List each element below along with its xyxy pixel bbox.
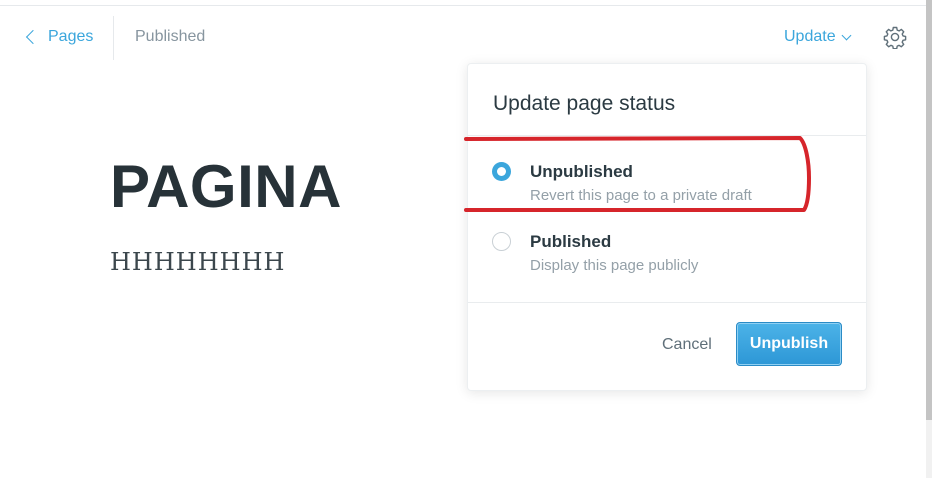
radio-unpublished[interactable] (492, 162, 511, 181)
page-status-text: Published (135, 28, 206, 45)
gear-icon (883, 26, 907, 50)
editor-header: Pages Published Update (0, 6, 926, 62)
update-dropdown-button[interactable]: Update (784, 26, 852, 48)
option-description: Revert this page to a private draft (530, 187, 752, 204)
update-button-label: Update (784, 28, 836, 45)
unpublish-button[interactable]: Unpublish (736, 322, 842, 366)
chevron-down-icon (841, 30, 852, 40)
back-link-label: Pages (48, 28, 94, 45)
radio-published[interactable] (492, 232, 511, 251)
header-divider (113, 16, 114, 60)
option-label: Published (530, 232, 612, 251)
cancel-button[interactable]: Cancel (662, 336, 712, 354)
chevron-left-icon (25, 29, 41, 45)
popover-footer-divider (468, 302, 866, 303)
scrollbar-thumb[interactable] (926, 0, 932, 420)
popover-title: Update page status (493, 92, 676, 115)
status-option-unpublished[interactable]: Unpublished Revert this page to a privat… (468, 152, 866, 218)
scrollbar[interactable] (926, 0, 932, 478)
popover-divider (468, 135, 866, 136)
page-title[interactable]: PAGINA (110, 152, 342, 221)
status-option-published[interactable]: Published Display this page publicly (468, 222, 866, 288)
page-body-text[interactable]: HHHHHHHH (110, 248, 285, 276)
update-status-popover: Update page status Unpublished Revert th… (467, 63, 867, 391)
option-label: Unpublished (530, 162, 633, 181)
settings-button[interactable] (883, 25, 907, 50)
option-description: Display this page publicly (530, 257, 699, 274)
back-to-pages-link[interactable]: Pages (25, 26, 94, 48)
